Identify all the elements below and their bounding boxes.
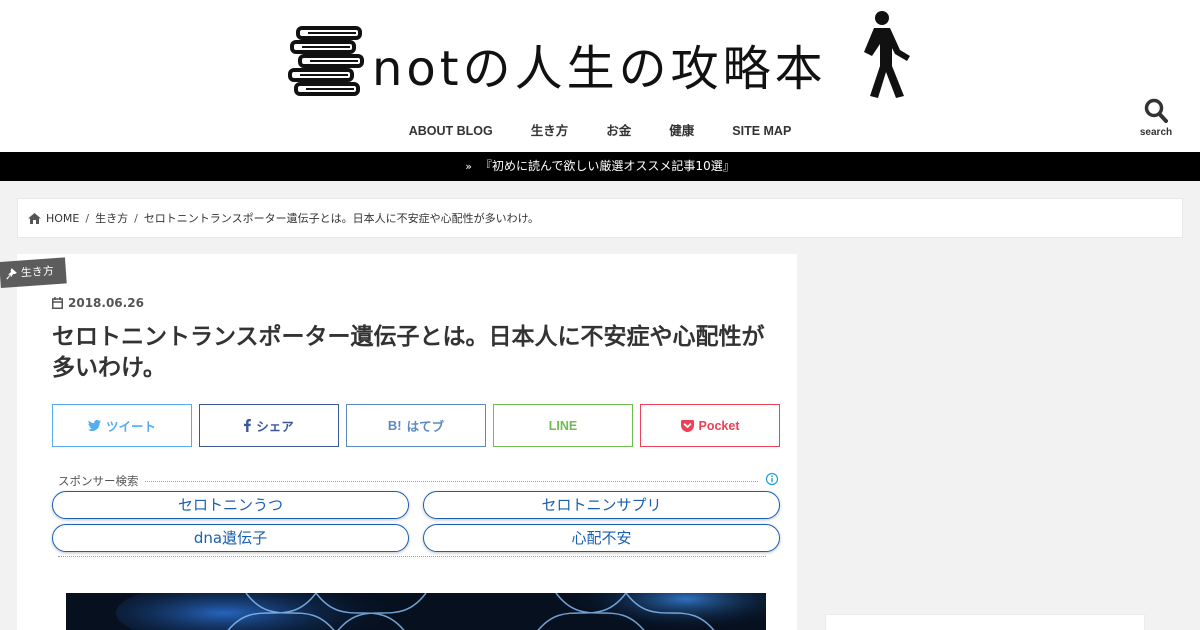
global-nav: ABOUT BLOG 生き方 お金 健康 SITE MAP [0,118,1200,144]
post-date-text: 2018.06.26 [68,296,144,310]
share-hatena-label: はてブ [406,419,445,434]
sidebar-widget [825,614,1145,630]
books-icon [288,26,364,96]
share-twitter-button[interactable]: ツイート [52,404,192,447]
site-header: notの人生の攻略本 ABOUT BLOG 生き方 お金 健康 SITE MAP… [0,0,1200,152]
double-chevron-right-icon: » [465,160,473,173]
share-pocket-label: Pocket [698,418,740,433]
divider [58,556,766,557]
notice-text: 『初めに読んで欲しい厳選オススメ記事10選』 [480,159,735,173]
nav-item-ikikata[interactable]: 生き方 [531,118,569,144]
home-icon [28,212,41,224]
dna-image [66,593,766,630]
category-label[interactable]: 生き方 [0,257,67,288]
hatena-bookmark-icon: B! [387,418,402,433]
share-line-button[interactable]: LINE [493,404,633,447]
nav-item-about-blog[interactable]: ABOUT BLOG [409,118,493,144]
category-label-text: 生き方 [20,264,55,280]
twitter-icon [87,420,101,431]
share-line-label: LINE [548,418,578,433]
site-logo-text: notの人生の攻略本 [372,41,827,97]
keyword-button[interactable]: 心配不安 [423,524,780,552]
share-buttons: ツイート シェア B! はてブ LINE Pocket [52,404,780,447]
info-icon[interactable] [765,472,779,486]
pin-icon [6,268,17,280]
breadcrumb-home[interactable]: HOME [46,212,79,225]
breadcrumb-separator: / [134,211,138,225]
article-title: セロトニントランスポーター遺伝子とは。日本人に不安症や心配性が多いわけ。 [52,324,765,381]
search-button[interactable]: search [1132,98,1180,146]
nav-item-kenkou[interactable]: 健康 [669,118,694,144]
search-icon [1144,98,1168,123]
divider [58,481,758,482]
keyword-button[interactable]: セロトニンサプリ [423,491,780,519]
notice-bar[interactable]: » 『初めに読んで欲しい厳選オススメ記事10選』 [0,152,1200,181]
facebook-icon [244,419,252,432]
share-facebook-button[interactable]: シェア [199,404,339,447]
nav-item-okane[interactable]: お金 [606,118,631,144]
share-facebook-label: シェア [256,419,294,434]
site-logo[interactable]: notの人生の攻略本 [286,10,918,102]
walking-person-icon [864,11,910,98]
keyword-button[interactable]: dna遺伝子 [52,524,409,552]
share-pocket-button[interactable]: Pocket [640,404,780,447]
share-hatena-button[interactable]: B! はてブ [346,404,486,447]
post-date: 2018.06.26 [52,296,144,310]
breadcrumb: HOME / 生き方 / セロトニントランスポーター遺伝子とは。日本人に不安症や… [17,198,1183,238]
sponsor-search: スポンサー検索 セロトニンうつ セロトニンサプリ dna遺伝子 心配不安 [52,472,780,558]
pocket-icon [680,419,694,432]
breadcrumb-separator: / [85,211,90,225]
search-label: search [1139,127,1173,138]
nav-item-site-map[interactable]: SITE MAP [732,118,791,144]
breadcrumb-category[interactable]: 生き方 [95,210,128,226]
eyecatch-image [66,593,766,630]
keyword-button[interactable]: セロトニンうつ [52,491,409,519]
share-twitter-label: ツイート [105,419,156,434]
sponsor-heading: スポンサー検索 [58,473,145,489]
calendar-icon [52,297,63,309]
breadcrumb-current: セロトニントランスポーター遺伝子とは。日本人に不安症や心配性が多いわけ。 [143,212,540,225]
